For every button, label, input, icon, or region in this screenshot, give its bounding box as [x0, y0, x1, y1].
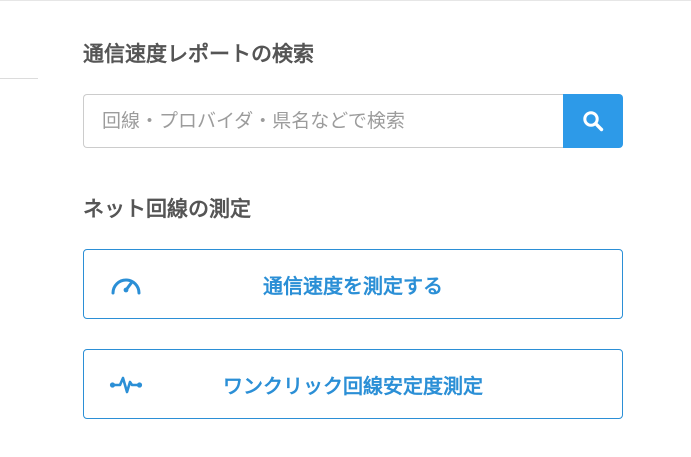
speed-test-label: 通信速度を測定する: [263, 273, 443, 298]
search-input[interactable]: [83, 94, 563, 148]
search-icon: [583, 111, 604, 132]
stability-test-button[interactable]: ワンクリック回線安定度測定: [83, 349, 623, 419]
stability-test-label: ワンクリック回線安定度測定: [223, 373, 483, 398]
top-border: [0, 0, 691, 1]
speedometer-icon: [108, 270, 144, 298]
left-divider: [0, 78, 38, 79]
speed-test-button[interactable]: 通信速度を測定する: [83, 249, 623, 319]
pulse-icon: [108, 370, 144, 398]
search-section-heading: 通信速度レポートの検索: [83, 42, 314, 66]
search-form: [83, 94, 623, 148]
measure-section-heading: ネット回線の測定: [83, 197, 251, 221]
search-button[interactable]: [563, 94, 623, 148]
